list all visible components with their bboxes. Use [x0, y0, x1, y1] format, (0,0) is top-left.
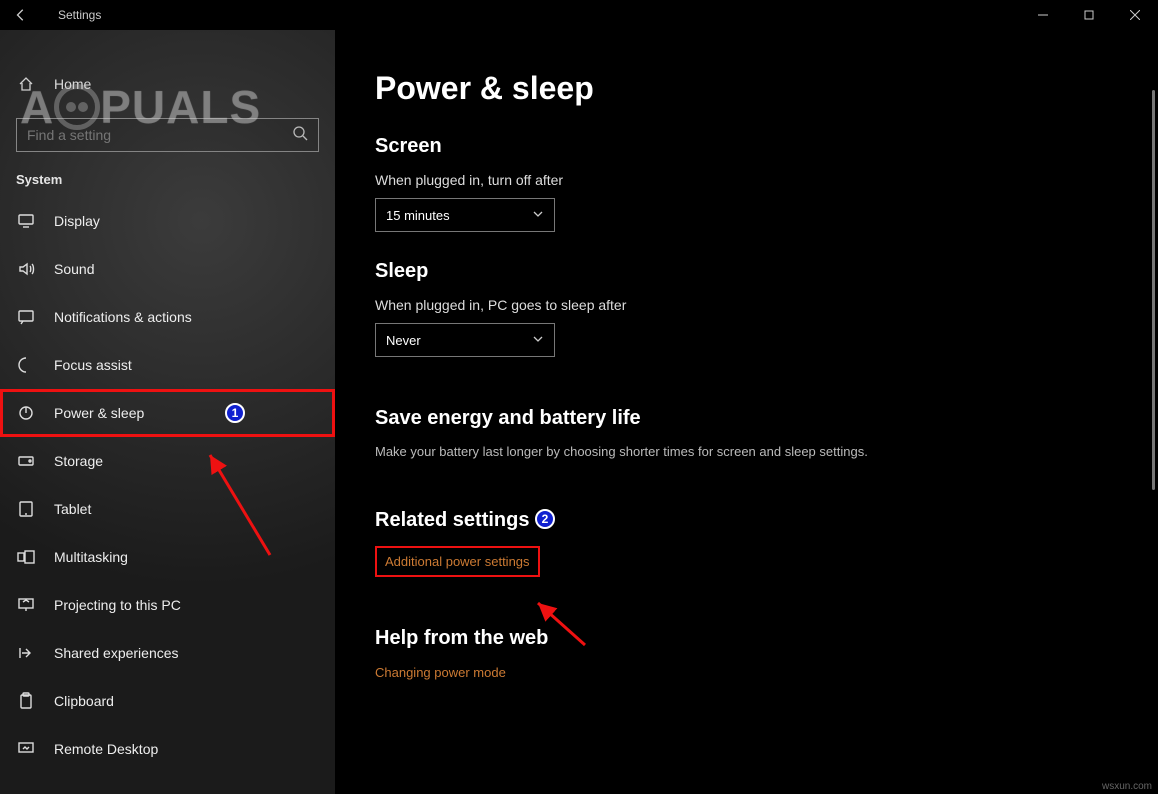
- sidebar-item-clipboard[interactable]: Clipboard: [0, 677, 335, 725]
- shared-icon: [16, 644, 36, 662]
- page-title: Power & sleep: [375, 70, 1118, 107]
- sleep-plugged-label: When plugged in, PC goes to sleep after: [375, 297, 1118, 313]
- sidebar-item-label: Sound: [54, 261, 94, 277]
- minimize-button[interactable]: [1020, 0, 1066, 30]
- minimize-icon: [1038, 10, 1048, 20]
- sidebar-item-label: Storage: [54, 453, 103, 469]
- sidebar-category: System: [0, 152, 335, 197]
- nav-home-label: Home: [54, 76, 91, 92]
- close-button[interactable]: [1112, 0, 1158, 30]
- content: Power & sleep Screen When plugged in, tu…: [335, 30, 1158, 794]
- power-icon: [16, 404, 36, 422]
- arrow-left-icon: [14, 8, 28, 22]
- annotation-arrow-1: [200, 445, 290, 565]
- search-icon: [292, 125, 308, 146]
- sidebar-item-label: Power & sleep: [54, 405, 144, 421]
- sidebar-item-label: Notifications & actions: [54, 309, 192, 325]
- close-icon: [1130, 10, 1140, 20]
- sleep-timeout-dropdown[interactable]: Never: [375, 323, 555, 357]
- screen-timeout-value: 15 minutes: [386, 208, 450, 223]
- tablet-icon: [16, 500, 36, 518]
- sidebar-item-label: Focus assist: [54, 357, 132, 373]
- maximize-icon: [1084, 10, 1094, 20]
- sleep-timeout-value: Never: [386, 333, 421, 348]
- sleep-heading: Sleep: [375, 260, 1118, 283]
- energy-desc: Make your battery last longer by choosin…: [375, 444, 1118, 459]
- screen-timeout-dropdown[interactable]: 15 minutes: [375, 198, 555, 232]
- search-field[interactable]: [27, 127, 292, 143]
- help-heading: Help from the web: [375, 627, 1118, 650]
- annotation-badge-2: 2: [535, 509, 555, 529]
- maximize-button[interactable]: [1066, 0, 1112, 30]
- sidebar-item-label: Clipboard: [54, 693, 114, 709]
- settings-window: Settings APUALS Home: [0, 0, 1158, 794]
- additional-power-settings-link[interactable]: Additional power settings: [375, 546, 540, 577]
- energy-heading: Save energy and battery life: [375, 407, 1118, 430]
- projecting-icon: [16, 596, 36, 614]
- sidebar-item-power-sleep[interactable]: Power & sleep 1: [0, 389, 335, 437]
- chevron-down-icon: [532, 333, 544, 348]
- annotation-arrow-2: [530, 595, 600, 655]
- focus-assist-icon: [16, 356, 36, 374]
- source-mark: wsxun.com: [1102, 781, 1152, 792]
- sidebar-item-notifications[interactable]: Notifications & actions: [0, 293, 335, 341]
- sidebar-item-label: Remote Desktop: [54, 741, 158, 757]
- sidebar-item-label: Tablet: [54, 501, 91, 517]
- scrollbar[interactable]: [1152, 90, 1155, 490]
- sidebar-item-label: Multitasking: [54, 549, 128, 565]
- home-icon: [16, 76, 36, 92]
- body: APUALS Home System: [0, 30, 1158, 794]
- notifications-icon: [16, 308, 36, 326]
- annotation-badge-1: 1: [225, 403, 245, 423]
- window-title: Settings: [58, 8, 101, 22]
- nav-home[interactable]: Home: [0, 60, 335, 108]
- screen-heading: Screen: [375, 135, 1118, 158]
- multitasking-icon: [16, 548, 36, 566]
- back-button[interactable]: [0, 8, 42, 22]
- remote-desktop-icon: [16, 740, 36, 758]
- sidebar-item-remote-desktop[interactable]: Remote Desktop: [0, 725, 335, 773]
- sidebar-item-label: Display: [54, 213, 100, 229]
- sound-icon: [16, 260, 36, 278]
- related-heading: Related settings 2: [375, 509, 1118, 532]
- display-icon: [16, 212, 36, 230]
- sidebar-item-projecting[interactable]: Projecting to this PC: [0, 581, 335, 629]
- window-controls: [1020, 0, 1158, 30]
- sidebar-item-focus-assist[interactable]: Focus assist: [0, 341, 335, 389]
- sidebar: APUALS Home System: [0, 30, 335, 794]
- storage-icon: [16, 452, 36, 470]
- changing-power-mode-link[interactable]: Changing power mode: [375, 665, 506, 680]
- screen-plugged-label: When plugged in, turn off after: [375, 172, 1118, 188]
- search-input[interactable]: [16, 118, 319, 152]
- sidebar-item-label: Shared experiences: [54, 645, 179, 661]
- titlebar: Settings: [0, 0, 1158, 30]
- chevron-down-icon: [532, 208, 544, 223]
- sidebar-item-shared-experiences[interactable]: Shared experiences: [0, 629, 335, 677]
- clipboard-icon: [16, 692, 36, 710]
- sidebar-item-label: Projecting to this PC: [54, 597, 181, 613]
- sidebar-item-sound[interactable]: Sound: [0, 245, 335, 293]
- sidebar-item-display[interactable]: Display: [0, 197, 335, 245]
